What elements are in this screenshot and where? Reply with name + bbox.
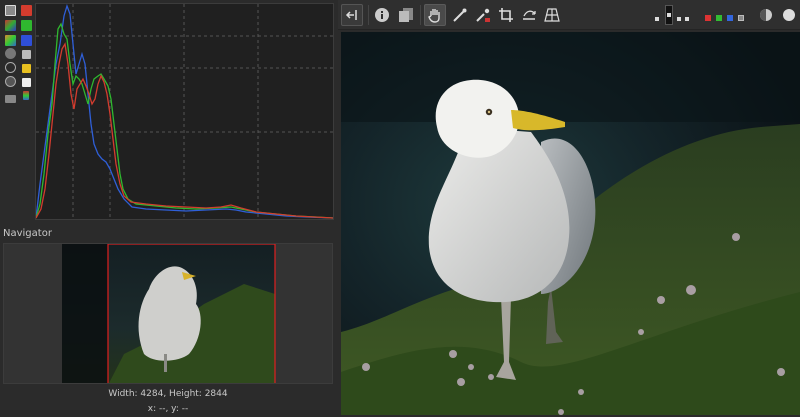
navigator-preview[interactable]: [3, 243, 333, 384]
histogram-toolbar: [2, 2, 34, 112]
histogram-grid: [36, 4, 333, 219]
green-dot-icon[interactable]: [716, 15, 722, 21]
lum-dot-icon[interactable]: [738, 15, 744, 21]
red-dot-icon[interactable]: [705, 15, 711, 21]
indicator-group: [655, 5, 689, 25]
histogram-panel: [35, 3, 334, 220]
yellow-channel-icon[interactable]: [22, 64, 31, 73]
hand-pan-icon[interactable]: [424, 4, 446, 26]
cursor-coords-label: x: --, y: --: [147, 404, 189, 414]
indicator-2-dot: [667, 13, 671, 17]
color-picker-icon[interactable]: [472, 4, 494, 26]
white-channel-icon[interactable]: [22, 78, 31, 87]
preview-photo: [341, 32, 800, 415]
navigator-thumbnail: [4, 244, 332, 383]
white-balance-picker-icon[interactable]: [449, 4, 471, 26]
before-after-icon[interactable]: [395, 4, 417, 26]
indicator-1-icon[interactable]: [655, 17, 659, 21]
indicator-3b-icon[interactable]: [685, 17, 689, 21]
blue-dot-icon[interactable]: [727, 15, 733, 21]
focus-mask-icon[interactable]: [755, 4, 777, 26]
image-size-label: Width: 4284, Height: 2844: [108, 389, 228, 399]
rgb-overlay-icon[interactable]: [5, 20, 16, 31]
blue-channel-icon[interactable]: [21, 35, 32, 46]
bar-icon[interactable]: [5, 95, 16, 103]
histogram-full-icon[interactable]: [5, 5, 16, 16]
editor-toolbar: [338, 0, 800, 30]
indicator-3-icon[interactable]: [677, 17, 681, 21]
histogram-chart: [36, 4, 333, 219]
exposure-toggle-icon[interactable]: [778, 4, 800, 26]
chroma-icon[interactable]: [22, 50, 31, 59]
panel-toggle-icon[interactable]: [341, 4, 363, 26]
color-picker-icon[interactable]: [5, 35, 16, 46]
luminance-icon[interactable]: [5, 48, 16, 59]
raw-histogram-icon[interactable]: [5, 62, 16, 73]
display-icon[interactable]: [23, 91, 29, 100]
perspective-icon[interactable]: [541, 4, 563, 26]
crop-icon[interactable]: [495, 4, 517, 26]
red-channel-icon[interactable]: [21, 5, 32, 16]
straighten-icon[interactable]: [518, 4, 540, 26]
navigator-title: Navigator: [3, 228, 52, 239]
info-icon[interactable]: [371, 4, 393, 26]
linear-log-icon[interactable]: [5, 76, 16, 87]
image-preview[interactable]: [341, 32, 800, 415]
green-channel-icon[interactable]: [21, 20, 32, 31]
